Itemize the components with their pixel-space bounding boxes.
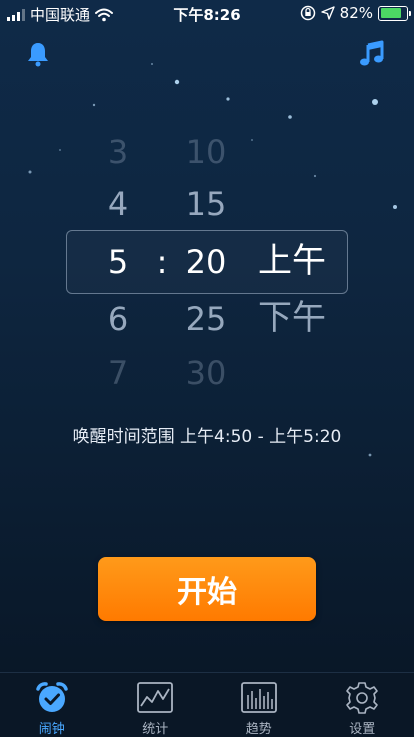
minute-option[interactable]: 15 [166,184,246,224]
music-note-icon[interactable] [358,40,386,68]
battery-percent: 82% [339,4,373,22]
minute-option[interactable]: 30 [166,353,246,393]
location-arrow-icon [320,6,335,20]
bar-chart-icon [240,682,277,713]
hour-option[interactable]: 4 [78,184,158,224]
battery-level [380,8,401,18]
line-chart-icon [137,682,174,713]
minute-selected[interactable]: 20 [166,242,246,282]
hour-option[interactable]: 6 [78,299,158,339]
battery-icon [378,5,411,21]
start-button[interactable]: 开始 [98,557,316,621]
tab-bar: 闹钟 统计 趋势 设置 [0,672,414,737]
ampm-selected[interactable]: 上午 [250,241,334,281]
wake-range-text: 唤醒时间范围 上午4:50 - 上午5:20 [72,427,342,447]
ampm-option[interactable]: 下午 [250,298,334,338]
minute-option[interactable]: 25 [166,299,246,339]
status-right: 82% [300,4,411,22]
tab-label: 设置 [349,722,376,737]
wake-time-picker[interactable]: 3 4 5 6 7 : 10 15 20 25 30 上午 下午 [0,120,414,400]
hour-selected[interactable]: 5 [78,242,158,282]
bell-icon[interactable] [24,40,52,68]
tab-statistics[interactable]: 统计 [104,673,208,737]
tab-trends[interactable]: 趋势 [207,673,311,737]
alarm-clock-icon [36,682,68,712]
tab-label: 统计 [142,722,169,737]
rotation-lock-icon [300,5,315,21]
status-bar: 中国联通 下午8:26 82% [0,0,414,26]
hour-option[interactable]: 3 [78,132,158,172]
tab-label: 闹钟 [38,722,65,737]
gear-icon [346,682,379,714]
tab-alarm[interactable]: 闹钟 [0,673,104,737]
tab-label: 趋势 [245,722,272,737]
tab-settings[interactable]: 设置 [311,673,414,737]
minute-option[interactable]: 10 [166,132,246,172]
hour-option[interactable]: 7 [78,353,158,393]
